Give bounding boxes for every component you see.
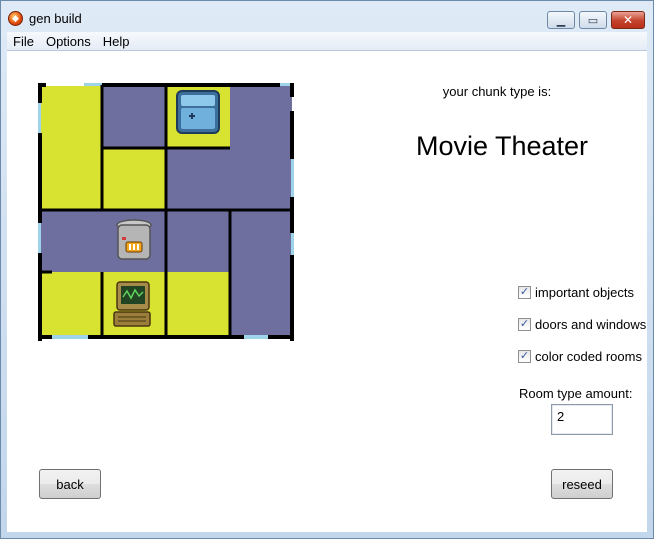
room-cell [230, 86, 292, 148]
fridge-icon [176, 90, 220, 134]
app-window: ◆ gen build ▁ ▭ ✕ File Options Help your… [0, 0, 654, 539]
app-icon: ◆ [8, 11, 23, 26]
menu-file[interactable]: File [7, 34, 40, 49]
room-cell [102, 148, 166, 210]
room-cell [230, 272, 292, 335]
room-cell [102, 86, 166, 148]
checkbox-label: color coded rooms [535, 348, 642, 364]
close-icon: ✕ [622, 13, 634, 27]
room-cell [40, 86, 102, 210]
minimize-icon: ▁ [556, 14, 566, 27]
checkbox-check-icon[interactable]: ✓ [518, 317, 531, 331]
checkbox-check-icon[interactable]: ✓ [518, 349, 531, 363]
minimize-button[interactable]: ▁ [547, 11, 575, 29]
checkbox-label: important objects [535, 284, 634, 300]
chunk-type-value: Movie Theater [415, 131, 589, 161]
title-bar[interactable]: ◆ gen build ▁ ▭ ✕ [1, 1, 653, 33]
close-button[interactable]: ✕ [611, 11, 645, 29]
checkbox-label: doors and windows [535, 316, 647, 332]
trash-can-icon [116, 219, 152, 260]
chunk-map [38, 83, 294, 341]
menu-options[interactable]: Options [40, 34, 97, 49]
chunk-map-canvas [38, 83, 294, 341]
checkbox-doors-and-windows[interactable]: ✓ doors and windows [518, 316, 646, 332]
menu-help[interactable]: Help [97, 34, 136, 49]
menu-bar: File Options Help [7, 32, 647, 51]
chunk-type-label: your chunk type is: [442, 84, 552, 99]
room-type-amount-input[interactable]: 2 [551, 404, 613, 435]
maximize-icon: ▭ [587, 14, 599, 27]
content-area: your chunk type is: Movie Theater ✓ impo… [7, 51, 647, 532]
maximize-button[interactable]: ▭ [579, 11, 607, 29]
room-type-amount-label: Room type amount: [519, 386, 633, 401]
room-cell [166, 148, 292, 210]
checkbox-color-coded-rooms[interactable]: ✓ color coded rooms [518, 348, 642, 364]
reseed-button[interactable]: reseed [551, 469, 613, 499]
checkbox-important-objects[interactable]: ✓ important objects [518, 284, 634, 300]
back-button[interactable]: back [39, 469, 101, 499]
checkbox-check-icon[interactable]: ✓ [518, 285, 531, 299]
window-title: gen build [29, 11, 82, 26]
computer-icon [113, 281, 151, 327]
